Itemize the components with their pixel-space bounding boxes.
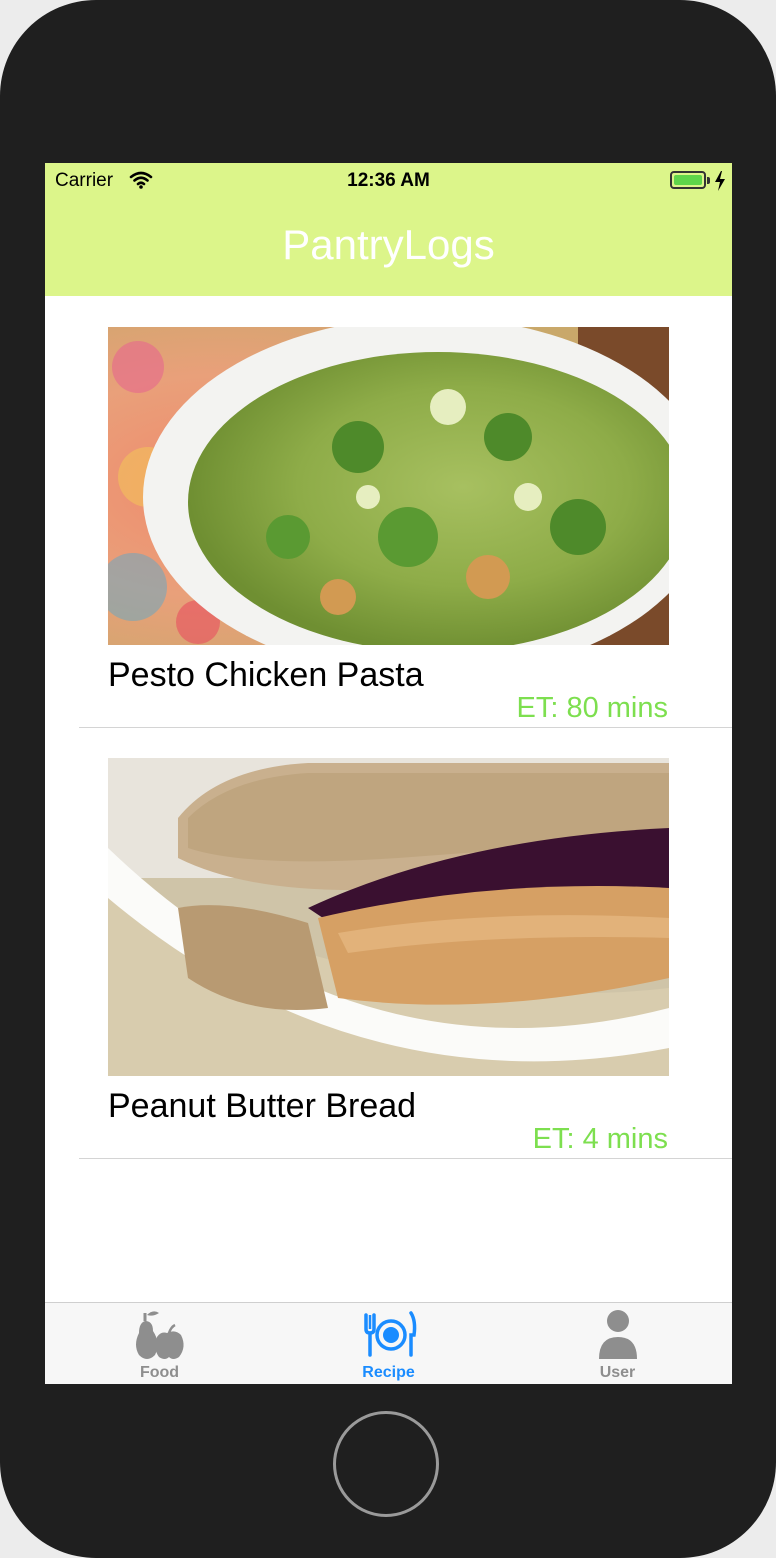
battery-icon [670,171,706,189]
cell-separator [79,1158,732,1159]
recipe-estimated-time: ET: 4 mins [532,1123,668,1155]
recipe-list[interactable]: Pesto Chicken Pasta ET: 80 mins Peanut B… [45,296,732,1159]
nav-title: PantryLogs [282,221,495,268]
pesto-pasta-photo [108,327,669,645]
recipe-title: Pesto Chicken Pasta [108,656,424,694]
status-time: 12:36 AM [347,170,430,191]
recipe-cell-pesto-chicken-pasta[interactable]: Pesto Chicken Pasta ET: 80 mins [45,296,732,728]
pb-jelly-sandwich-photo [108,758,669,1076]
navigation-bar: PantryLogs [45,199,732,296]
tab-user[interactable]: User [503,1303,732,1384]
tab-food[interactable]: Food [45,1303,274,1384]
recipe-cell-peanut-butter-bread[interactable]: Peanut Butter Bread ET: 4 mins [45,727,732,1159]
battery-tip [707,177,710,184]
charging-bolt-icon [715,171,725,191]
fruit-icon [136,1311,184,1359]
home-button[interactable] [333,1411,439,1517]
tab-bar: Food Recipe User [45,1302,732,1384]
user-icon [599,1310,637,1359]
app-screen: Carrier 12:36 AM PantryLogs Pesto Chicke… [45,163,732,1384]
tab-label: User [599,1364,636,1381]
tab-recipe[interactable]: Recipe [274,1303,503,1384]
tab-label: Recipe [362,1364,415,1381]
recipe-estimated-time: ET: 80 mins [516,692,669,724]
tab-label: Food [139,1364,180,1381]
recipe-title: Peanut Butter Bread [108,1087,417,1125]
plate-fork-knife-icon [364,1311,417,1357]
status-bar: Carrier 12:36 AM [45,163,732,199]
